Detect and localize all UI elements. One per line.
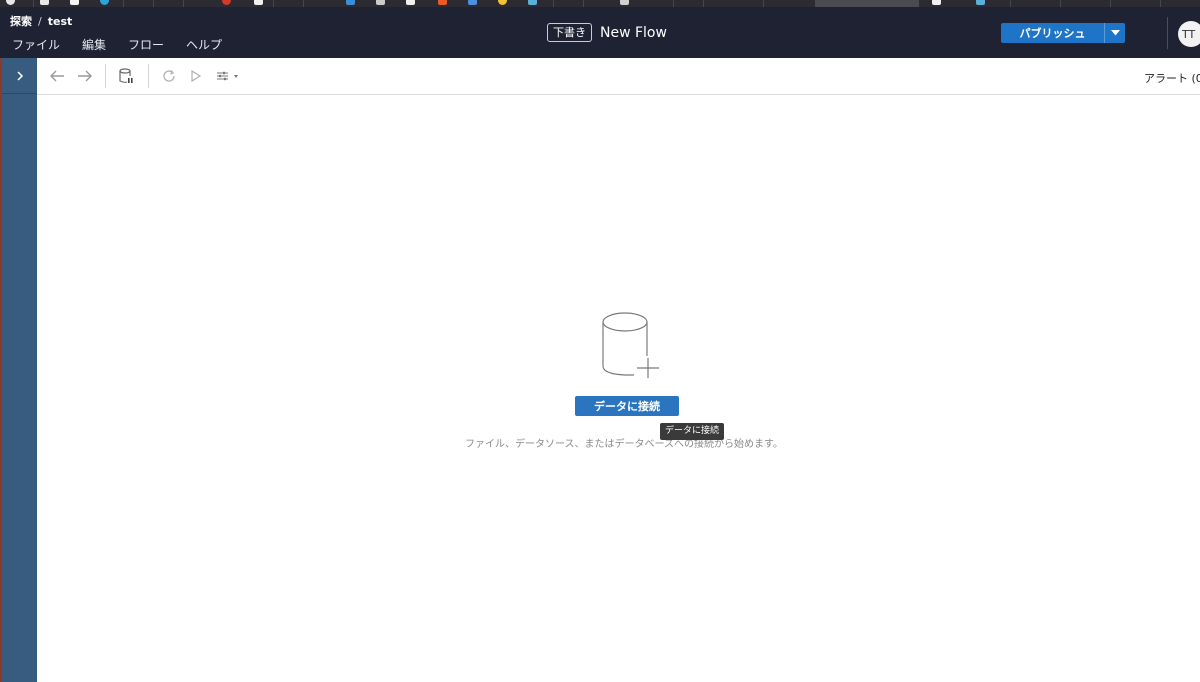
browser-tab-favicon[interactable] — [376, 0, 385, 5]
browser-tab-favicon[interactable] — [406, 0, 415, 5]
empty-state-hint: ファイル、データソース、またはデータベースへの接続から始めます。 — [465, 439, 783, 450]
caret-down-icon — [1110, 30, 1120, 36]
alerts-button[interactable]: アラート (0) — [1144, 70, 1200, 86]
menu-edit[interactable]: 編集 — [82, 36, 106, 52]
publish-options-button[interactable] — [1104, 23, 1125, 43]
connect-to-data-tooltip: データに接続 — [660, 423, 725, 440]
browser-tab-favicon[interactable] — [40, 0, 49, 5]
pause-data-updates-button[interactable] — [117, 67, 135, 85]
toolbar-divider — [105, 64, 106, 88]
tab-divider — [123, 0, 124, 7]
browser-tab-favicon[interactable] — [620, 0, 629, 5]
redo-button[interactable] — [76, 67, 94, 85]
browser-tab-favicon[interactable] — [100, 0, 109, 5]
publish-button[interactable]: パブリッシュ — [1001, 23, 1104, 43]
chevron-right-icon — [16, 70, 23, 81]
publish-button-group: パブリッシュ — [1001, 23, 1125, 43]
breadcrumb: 探索 / test — [10, 13, 72, 29]
draft-badge: 下書き — [547, 23, 592, 42]
tab-divider — [1060, 0, 1061, 7]
tab-divider — [33, 0, 34, 7]
undo-button[interactable] — [48, 67, 66, 85]
run-flow-button[interactable] — [187, 67, 205, 85]
breadcrumb-current[interactable]: test — [48, 15, 73, 28]
filter-settings-icon — [217, 71, 238, 81]
undo-icon — [50, 70, 64, 82]
connect-to-data-button[interactable]: データに接続 — [575, 396, 679, 416]
browser-active-tab[interactable] — [815, 0, 919, 7]
browser-tab-strip — [0, 0, 1200, 7]
flow-settings-button[interactable] — [215, 67, 241, 85]
tab-divider — [763, 0, 764, 7]
tab-divider — [273, 0, 274, 7]
browser-tab-favicon[interactable] — [346, 0, 355, 5]
tab-divider — [183, 0, 184, 7]
flow-toolbar: アラート (0) — [37, 58, 1200, 95]
run-icon — [191, 69, 202, 83]
flow-canvas[interactable] — [37, 95, 1200, 682]
tab-divider — [703, 0, 704, 7]
flow-title[interactable]: New Flow — [600, 25, 667, 41]
menu-file[interactable]: ファイル — [12, 36, 60, 52]
redo-icon — [78, 70, 92, 82]
tab-divider — [583, 0, 584, 7]
toolbar-divider — [148, 64, 149, 88]
browser-tab-favicon[interactable] — [468, 0, 477, 5]
menu-flow[interactable]: フロー — [128, 36, 164, 52]
browser-tab-favicon[interactable] — [932, 0, 941, 5]
menu-help[interactable]: ヘルプ — [186, 36, 222, 52]
flow-title-area: 下書き New Flow — [547, 23, 667, 42]
refresh-button[interactable] — [160, 67, 178, 85]
tab-divider — [553, 0, 554, 7]
browser-tab-favicon[interactable] — [498, 0, 507, 5]
tab-divider — [1110, 0, 1111, 7]
app-header: 探索 / test ファイル 編集 フロー ヘルプ 下書き New Flow パブリ… — [0, 7, 1200, 58]
tab-divider — [1010, 0, 1011, 7]
tab-divider — [1160, 0, 1161, 7]
menu-bar: ファイル 編集 フロー ヘルプ — [12, 36, 244, 52]
pause-run-icon — [119, 68, 133, 83]
header-divider — [1167, 17, 1168, 49]
browser-tab-favicon[interactable] — [222, 0, 231, 5]
browser-tab-favicon[interactable] — [438, 0, 447, 5]
tab-divider — [303, 0, 304, 7]
breadcrumb-separator: / — [38, 15, 42, 28]
browser-tab-favicon[interactable] — [528, 0, 537, 5]
database-add-icon — [602, 312, 659, 378]
refresh-icon — [163, 70, 175, 82]
tab-divider — [673, 0, 674, 7]
browser-tab-favicon[interactable] — [254, 0, 263, 5]
expand-panel-button[interactable] — [2, 58, 37, 94]
tab-divider — [153, 0, 154, 7]
browser-tab-favicon[interactable] — [6, 0, 15, 5]
breadcrumb-explore-link[interactable]: 探索 — [10, 15, 32, 28]
browser-tab-favicon[interactable] — [976, 0, 985, 5]
browser-tab-favicon[interactable] — [70, 0, 79, 5]
user-avatar[interactable]: TT — [1178, 21, 1200, 47]
left-side-panel — [0, 58, 37, 682]
